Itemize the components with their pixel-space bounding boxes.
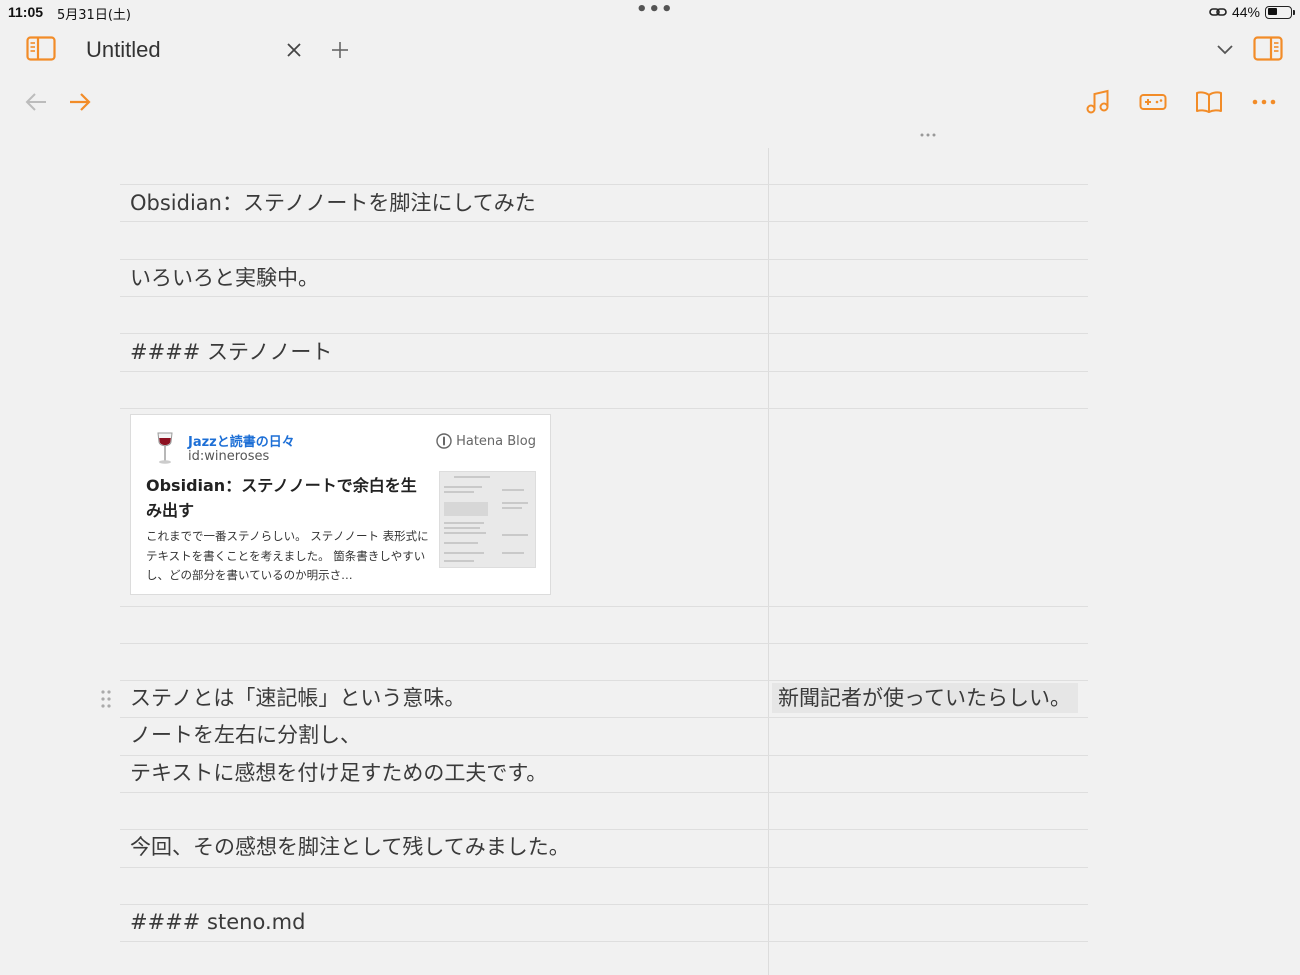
card-description: これまでで一番ステノらしい。 ステノノート 表形式にテキストを書くことを考えまし… (146, 529, 429, 582)
card-brand: Hatena Blog (436, 433, 536, 449)
row-divider (120, 259, 1088, 260)
chevron-down-icon[interactable] (1214, 40, 1236, 60)
text-line[interactable]: Obsidian：ステノノートを脚注にしてみた (130, 188, 536, 218)
wine-glass-icon (157, 432, 173, 464)
battery-percent: 44% (1231, 4, 1260, 20)
book-open-icon[interactable] (1194, 89, 1224, 115)
row-divider (120, 371, 1088, 372)
row-divider (120, 755, 1088, 756)
card-brand-label: Hatena Blog (456, 433, 536, 449)
text-line[interactable]: ノートを左右に分割し、 (130, 720, 361, 750)
card-blog-name[interactable]: Jazzと読書の日々 (188, 431, 295, 450)
row-divider (120, 643, 1088, 644)
column-divider (768, 148, 769, 975)
heading-line[interactable]: #### ステノノート (130, 337, 332, 367)
text-line[interactable]: テキストに感想を付け足すための工夫です。 (130, 758, 547, 788)
row-divider (120, 296, 1088, 297)
row-divider (120, 829, 1088, 830)
text-line[interactable]: いろいろと実験中。 (130, 263, 319, 293)
row-divider (120, 941, 1088, 942)
row-divider (120, 184, 1088, 185)
card-blog-id: id:wineroses (188, 449, 270, 464)
status-date: 5月31日(土) (57, 8, 131, 23)
row-divider (120, 904, 1088, 905)
status-bar: 11:05 5月31日(土) ••• 44% (0, 0, 1300, 24)
plus-icon[interactable] (329, 39, 351, 61)
link-embed-card[interactable]: Jazzと読書の日々 id:wineroses Hatena Blog Obsi… (130, 414, 551, 595)
multitask-grip-icon[interactable]: ••• (636, 1, 674, 19)
heading-line[interactable]: #### steno.md (130, 907, 305, 937)
text-line[interactable]: 今回、その感想を脚注として残してみました。 (130, 832, 570, 862)
link-icon (1209, 8, 1227, 16)
battery-icon (1265, 5, 1295, 19)
arrow-left-icon[interactable] (24, 91, 48, 113)
battery-fill (1267, 8, 1277, 15)
text-line[interactable]: ステノとは「速記帳」という意味。 (130, 683, 465, 713)
sidebar-right-icon[interactable] (1252, 35, 1284, 63)
row-divider (120, 408, 1088, 409)
margin-note[interactable]: 新聞記者が使っていたらしい。 (778, 683, 1071, 713)
row-divider (120, 221, 1088, 222)
drag-handle-icon[interactable] (100, 689, 112, 709)
music-note-icon[interactable] (1084, 88, 1112, 116)
row-divider (120, 680, 1088, 681)
row-divider (120, 867, 1088, 868)
close-icon[interactable] (284, 40, 304, 60)
tab-title[interactable]: Untitled (86, 37, 161, 63)
ellipsis-icon[interactable] (1250, 92, 1278, 112)
gamepad-icon[interactable] (1138, 90, 1168, 114)
arrow-right-icon[interactable] (68, 91, 92, 113)
row-divider (120, 792, 1088, 793)
row-divider (120, 717, 1088, 718)
row-divider (120, 333, 1088, 334)
pane-grip-icon[interactable] (916, 130, 940, 140)
row-divider (120, 606, 1088, 607)
card-thumbnail (439, 471, 536, 568)
card-title[interactable]: Obsidian：ステノノートで余白を生み出す (146, 473, 431, 523)
editor[interactable]: Obsidian：ステノノートを脚注にしてみた いろいろと実験中。 #### ス… (101, 148, 1088, 975)
sidebar-left-icon[interactable] (25, 35, 57, 63)
status-time: 11:05 (8, 4, 44, 20)
status-right: 44% (1209, 4, 1295, 20)
hatena-logo-icon (436, 433, 452, 449)
